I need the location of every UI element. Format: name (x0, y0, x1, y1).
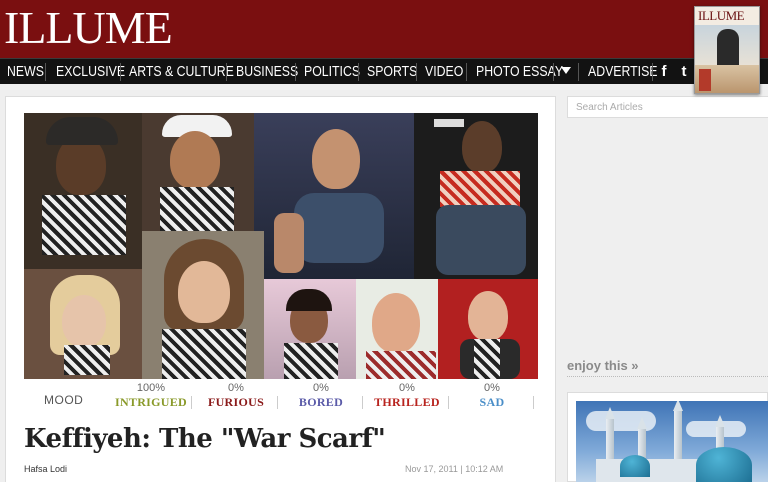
nav-divider (553, 63, 554, 81)
nav-item-arts-culture[interactable]: ARTS & CULTURE (129, 59, 234, 85)
mood-percent: 0% (484, 382, 500, 394)
nav-item-photo-essay[interactable]: PHOTO ESSAY (476, 59, 563, 85)
twitter-icon[interactable]: t (676, 63, 692, 81)
mood-option-furious[interactable]: 0% FURIOUS (196, 382, 276, 409)
nav-item-advertise[interactable]: ADVERTISE (588, 59, 657, 85)
photo-tile (414, 113, 538, 279)
mood-percent: 0% (399, 382, 415, 394)
mood-divider (277, 396, 278, 409)
photo-tile (356, 279, 438, 379)
photo-tile (24, 269, 142, 379)
nav-divider (120, 63, 121, 81)
article-title: Keffiyeh: The "War Scarf" (24, 424, 386, 454)
mood-divider (191, 396, 192, 409)
nav-item-politics[interactable]: POLITICS (304, 59, 360, 85)
site-header: ILLUME (0, 0, 768, 58)
photo-tile (142, 231, 264, 379)
photo-tile (142, 113, 254, 231)
mood-name: INTRIGUED (114, 395, 188, 409)
promo-image (576, 401, 768, 482)
magazine-cover-figure (717, 29, 739, 69)
photo-tile (438, 279, 538, 379)
magazine-cover-title: ILLUME (698, 8, 745, 23)
nav-divider (416, 63, 417, 81)
site-logo[interactable]: ILLUME (4, 3, 173, 53)
nav-item-news[interactable]: NEWS (7, 59, 44, 85)
nav-divider (45, 63, 46, 81)
mood-label: MOOD (44, 393, 84, 407)
mood-percent: 0% (228, 382, 244, 394)
mood-divider (448, 396, 449, 409)
nav-divider (226, 63, 227, 81)
article-date: Nov 17, 2011 | 10:12 AM (405, 464, 504, 474)
nav-divider (466, 63, 467, 81)
mood-name: SAD (479, 395, 505, 409)
promo-card[interactable] (567, 392, 768, 482)
nav-item-sports[interactable]: SPORTS (367, 59, 417, 85)
search-box (567, 96, 768, 118)
nav-item-video[interactable]: VIDEO (425, 59, 463, 85)
mood-percent: 100% (136, 382, 166, 394)
mood-option-intrigued[interactable]: 100% INTRIGUED (111, 382, 191, 409)
mood-name: FURIOUS (207, 395, 265, 409)
mood-option-bored[interactable]: 0% BORED (281, 382, 361, 409)
enjoy-this-heading[interactable]: enjoy this » (567, 358, 639, 373)
main-nav: NEWS EXCLUSIVE ARTS & CULTURE BUSINESS P… (0, 58, 768, 84)
photo-tile (24, 113, 142, 269)
facebook-icon[interactable]: f (656, 63, 672, 81)
mood-option-thrilled[interactable]: 0% THRILLED (367, 382, 447, 409)
search-input[interactable] (576, 97, 766, 118)
nav-divider (295, 63, 296, 81)
mood-divider (533, 396, 534, 409)
nav-divider (578, 63, 579, 81)
mood-name: BORED (298, 395, 344, 409)
magazine-cover[interactable]: ILLUME (694, 6, 760, 94)
magazine-cover-bottle (699, 69, 711, 91)
more-dropdown-arrow-icon[interactable] (561, 67, 571, 74)
mood-option-sad[interactable]: 0% SAD (452, 382, 532, 409)
mood-divider (362, 396, 363, 409)
article-hero-image (24, 113, 538, 379)
article-author[interactable]: Hafsa Lodi (24, 464, 67, 474)
nav-divider (358, 63, 359, 81)
enjoy-divider (567, 376, 768, 377)
mood-bar: MOOD 100% INTRIGUED 0% FURIOUS 0% BORED … (24, 380, 538, 412)
photo-tile (254, 113, 414, 279)
photo-tile (264, 279, 356, 379)
nav-divider (652, 63, 653, 81)
nav-item-business[interactable]: BUSINESS (236, 59, 298, 85)
nav-item-exclusive[interactable]: EXCLUSIVE (56, 59, 125, 85)
mood-name: THRILLED (374, 395, 440, 409)
mood-percent: 0% (313, 382, 329, 394)
